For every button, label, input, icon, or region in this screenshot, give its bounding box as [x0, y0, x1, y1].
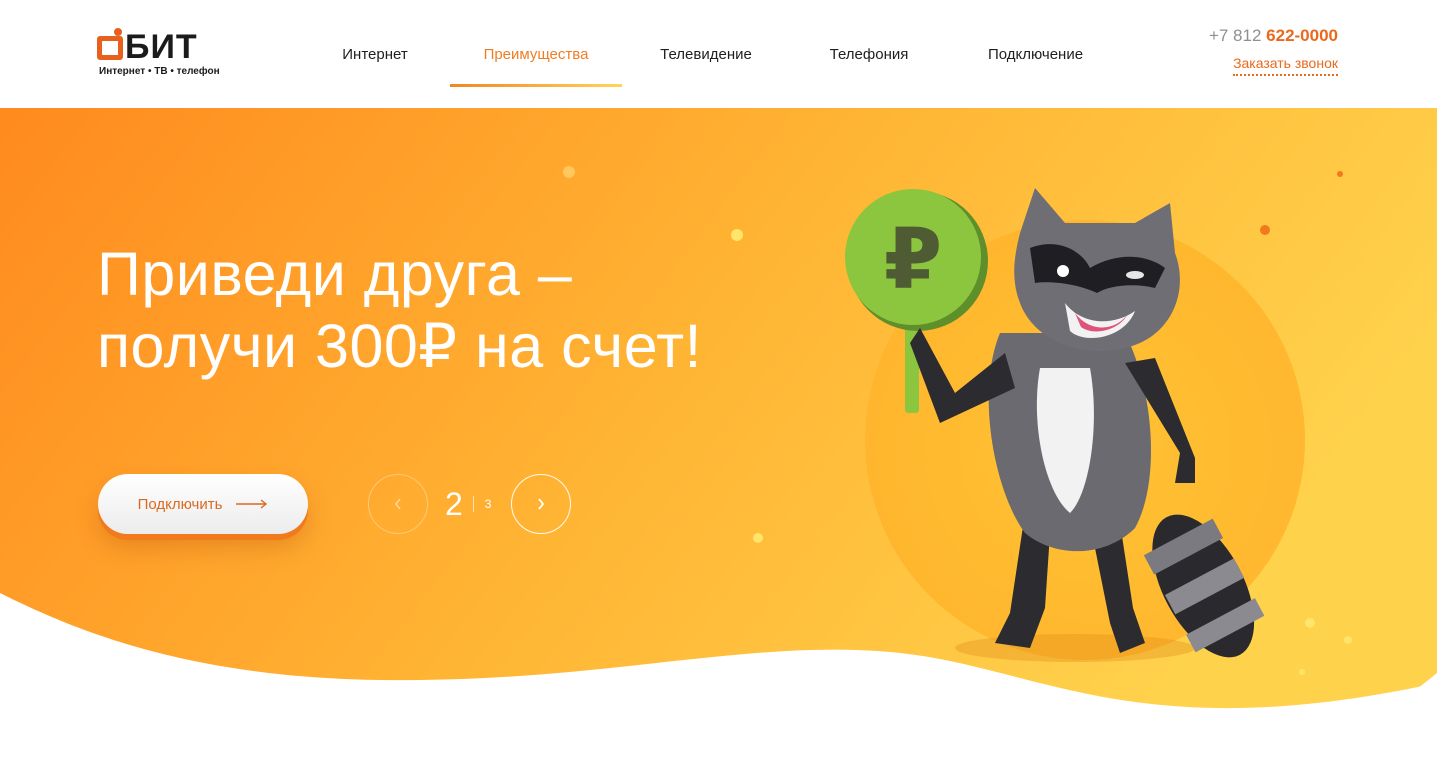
- callback-link[interactable]: Заказать звонок: [1233, 55, 1338, 76]
- nav-item-telephony[interactable]: Телефония: [790, 0, 948, 108]
- slider-next-button[interactable]: [511, 474, 572, 534]
- nav-item-advantages[interactable]: Преимущества: [450, 0, 622, 108]
- phone-number[interactable]: +7 812 622-0000: [1209, 26, 1338, 46]
- slide-next-number[interactable]: 3: [485, 497, 492, 511]
- connect-button-label: Подключить: [137, 495, 223, 513]
- logo-tagline: Интернет • ТВ • телефон: [99, 66, 220, 77]
- nav-item-internet[interactable]: Интернет: [300, 0, 450, 108]
- chevron-left-icon: [394, 498, 401, 510]
- arrow-right-icon: [236, 499, 268, 509]
- slider-prev-button[interactable]: [368, 474, 428, 534]
- hero-title-line2: получи 300₽ на счет!: [97, 312, 702, 380]
- nav-item-tv[interactable]: Телевидение: [622, 0, 790, 108]
- chevron-right-icon: [538, 498, 545, 510]
- slider-controls: 2 3: [368, 474, 572, 534]
- ruble-sign-icon: ₽: [884, 210, 942, 308]
- phone-prefix: +7 812: [1208, 26, 1262, 45]
- logo[interactable]: БИТ Интернет • ТВ • телефон: [97, 28, 220, 80]
- nav-item-connection[interactable]: Подключение: [948, 0, 1123, 108]
- slide-current-number: 2: [445, 485, 463, 522]
- hero-banner: Приведи друга – получи 300₽ на счет! Под…: [0, 108, 1437, 770]
- logo-text: БИТ: [125, 28, 198, 66]
- logo-dot-icon: [114, 28, 122, 36]
- logo-mark-icon: [97, 36, 123, 60]
- connect-button[interactable]: Подключить: [98, 474, 308, 534]
- hero-title: Приведи друга – получи 300₽ на счет!: [97, 238, 797, 382]
- phone-main: 622-0000: [1266, 26, 1338, 45]
- site-header: БИТ Интернет • ТВ • телефон Интернет Пре…: [0, 0, 1437, 108]
- hero-title-line1: Приведи друга –: [97, 240, 573, 308]
- main-nav: Интернет Преимущества Телевидение Телефо…: [300, 0, 1123, 108]
- raccoon-mascot: ₽: [845, 188, 1265, 662]
- slide-separator: [472, 496, 474, 512]
